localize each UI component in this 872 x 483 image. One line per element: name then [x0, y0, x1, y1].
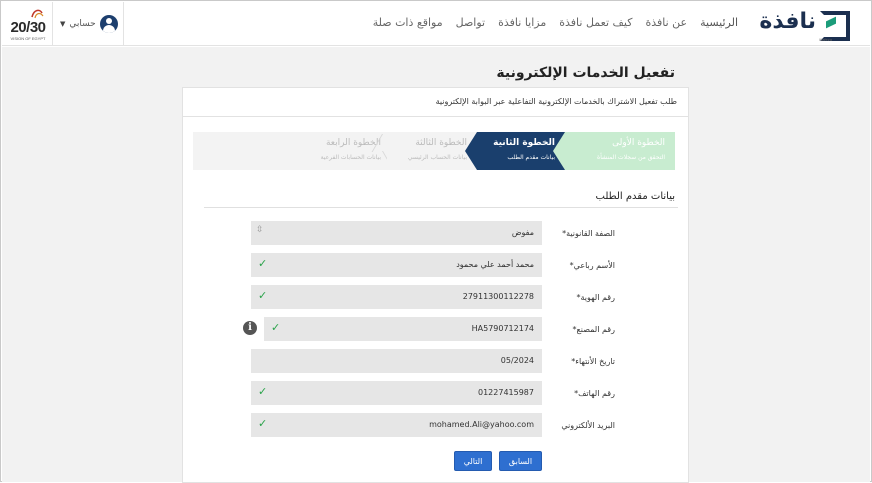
check-icon: ✓ — [271, 321, 281, 334]
chevron-down-icon: ▼ — [60, 20, 66, 28]
step-2-sub: بيانات مقدم الطلب — [507, 154, 555, 161]
form-row-email: ✓ mohamed.Ali@yahoo.com البريد الألكترون… — [1, 413, 872, 439]
full-name-field[interactable]: ✓ محمد أحمد علي محمود — [251, 253, 542, 277]
main-nav: الرئيسية عن نافذة كيف تعمل نافذة مزايا ن… — [373, 16, 738, 29]
step-1-sub: التحقق من سجلات المنشأة — [597, 154, 665, 161]
card-header-text: طلب تفعيل الاشتراك بالخدمات الإلكترونية … — [435, 97, 677, 106]
full-name-label: الأسم رباعي* — [569, 261, 615, 270]
top-header: 20/30 VISION OF EGYPT ▼ حسابي الرئيسية ع… — [2, 2, 870, 46]
logo-sub: Nafeza — [819, 37, 832, 42]
account-menu[interactable]: ▼ حسابي — [60, 15, 118, 33]
section-divider — [204, 207, 678, 208]
national-id-field[interactable]: ✓ 27911300112278 — [251, 285, 542, 309]
previous-button[interactable]: السابق — [499, 451, 542, 471]
step-4-title: الخطوة الرابعة — [325, 138, 381, 148]
step-3-title: الخطوة الثالثة — [415, 138, 467, 148]
nafeza-logo[interactable]: نافذة Nafeza — [759, 9, 850, 42]
step-4: الخطوة الرابعة بيانات الحسابات الفرعية — [193, 132, 387, 170]
form-row-expiry-date: 05/2024 تاريخ الأنتهاء* — [1, 349, 872, 375]
logo-word: نافذة — [759, 9, 816, 34]
nav-about[interactable]: عن نافذة — [645, 16, 687, 29]
legal-status-value: مفوض — [511, 228, 534, 237]
step-2-title: الخطوة الثانية — [493, 138, 555, 148]
header-divider — [52, 2, 53, 46]
check-icon: ✓ — [258, 417, 268, 430]
factory-number-value: HA5790712174 — [471, 324, 534, 333]
info-icon[interactable]: i — [243, 321, 257, 335]
vision-number: 20/30 — [10, 19, 46, 36]
expiry-date-value: 05/2024 — [500, 356, 534, 365]
app-frame: 20/30 VISION OF EGYPT ▼ حسابي الرئيسية ع… — [0, 0, 872, 483]
form-row-full-name: ✓ محمد أحمد علي محمود الأسم رباعي* — [1, 253, 872, 279]
phone-value: 01227415987 — [478, 388, 534, 397]
account-label: حسابي — [69, 19, 96, 29]
step-3-sub: بيانات الحساب الرئيسي — [407, 154, 467, 161]
step-3: الخطوة الثالثة بيانات الحساب الرئيسي — [387, 132, 477, 170]
expiry-date-field[interactable]: 05/2024 — [251, 349, 542, 373]
nav-contact[interactable]: تواصل — [456, 16, 485, 29]
logo-mark-icon — [820, 11, 850, 41]
nav-how-it-works[interactable]: كيف تعمل نافذة — [559, 16, 632, 29]
next-button[interactable]: التالي — [454, 451, 492, 471]
legal-status-label: الصفة القانونية* — [562, 229, 615, 238]
step-1-title: الخطوة الأولى — [612, 138, 665, 148]
vision-mark-icon — [31, 9, 44, 19]
factory-number-field[interactable]: ✓ HA5790712174 — [264, 317, 542, 341]
phone-label: رقم الهاتف* — [574, 389, 615, 398]
nav-home[interactable]: الرئيسية — [700, 16, 738, 29]
factory-number-label: رقم المصنع* — [572, 325, 615, 334]
full-name-value: محمد أحمد علي محمود — [456, 260, 534, 269]
step-4-sub: بيانات الحسابات الفرعية — [320, 154, 381, 161]
email-label: البريد الألكتروني — [561, 421, 615, 430]
form-row-phone: ✓ 01227415987 رقم الهاتف* — [1, 381, 872, 407]
card-header: طلب تفعيل الاشتراك بالخدمات الإلكترونية … — [183, 88, 688, 117]
email-field[interactable]: ✓ mohamed.Ali@yahoo.com — [251, 413, 542, 437]
step-1-arrow — [553, 132, 565, 170]
form-row-national-id: ✓ 27911300112278 رقم الهوية* — [1, 285, 872, 311]
email-value: mohamed.Ali@yahoo.com — [429, 420, 534, 429]
form-row-legal-status: ⇳ مفوض الصفة القانونية* — [1, 221, 872, 247]
egypt-vision-logo: 20/30 VISION OF EGYPT — [8, 7, 48, 43]
national-id-label: رقم الهوية* — [576, 293, 615, 302]
stepper: الخطوة الرابعة بيانات الحسابات الفرعية ا… — [193, 132, 675, 170]
header-divider-2 — [123, 2, 124, 46]
section-title: بيانات مقدم الطلب — [595, 191, 675, 202]
step-1-complete: الخطوة الأولى التحقق من سجلات المنشأة — [553, 132, 675, 170]
page-title: تفعيل الخدمات الإلكترونية — [496, 65, 675, 81]
nav-features[interactable]: مزايا نافذة — [498, 16, 546, 29]
step-2-arrow — [465, 132, 477, 170]
updown-icon: ⇳ — [256, 225, 264, 235]
phone-field[interactable]: ✓ 01227415987 — [251, 381, 542, 405]
nav-related-sites[interactable]: مواقع ذات صلة — [373, 16, 443, 29]
user-avatar-icon — [99, 15, 118, 33]
vision-sub: VISION OF EGYPT — [10, 36, 46, 41]
form-row-factory-number: i ✓ HA5790712174 رقم المصنع* — [1, 317, 872, 343]
legal-status-select[interactable]: ⇳ مفوض — [251, 221, 542, 245]
national-id-value: 27911300112278 — [462, 292, 534, 301]
check-icon: ✓ — [258, 289, 268, 302]
check-icon: ✓ — [258, 257, 268, 270]
check-icon: ✓ — [258, 385, 268, 398]
expiry-date-label: تاريخ الأنتهاء* — [571, 357, 615, 366]
step-2-active: الخطوة الثانية بيانات مقدم الطلب — [465, 132, 565, 170]
